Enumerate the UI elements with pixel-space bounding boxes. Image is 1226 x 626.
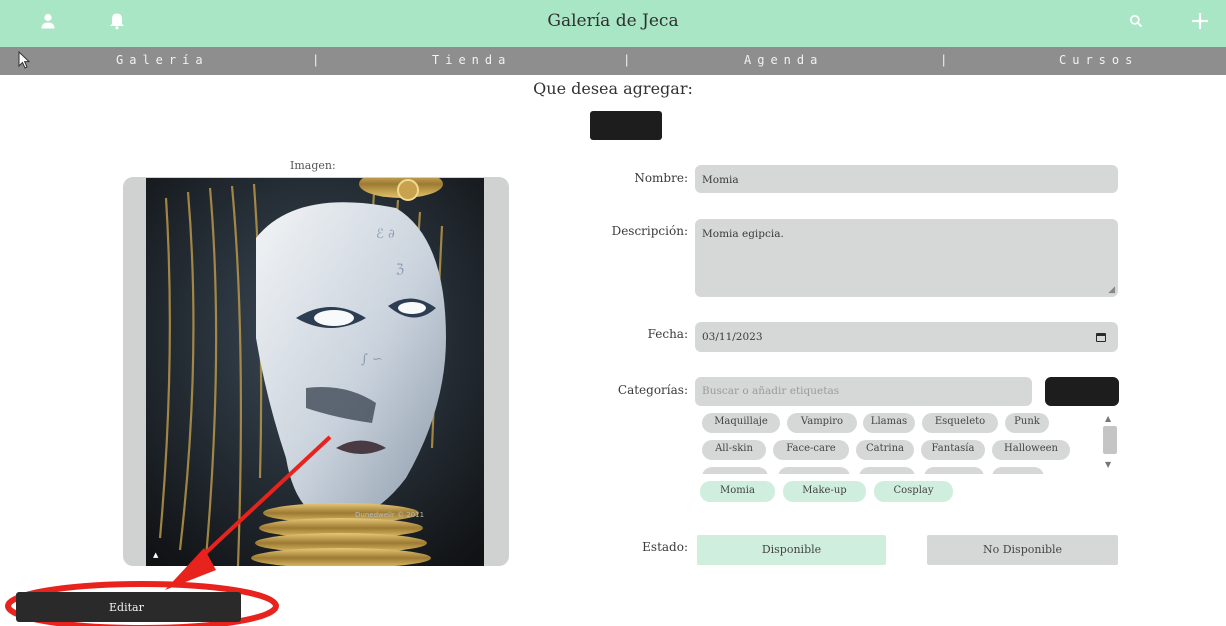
tag-chip[interactable]: Maquillaje: [702, 413, 780, 433]
categories-placeholder: Buscar o añadir etiquetas: [702, 385, 840, 397]
scrollbar-thumb[interactable]: [1103, 426, 1117, 454]
tag-chip-partial[interactable]: [859, 467, 915, 474]
state-label: Estado:: [642, 540, 688, 554]
tag-chip[interactable]: Halloween: [992, 440, 1070, 460]
name-field[interactable]: Momia: [695, 165, 1118, 193]
name-label: Nombre:: [634, 171, 688, 185]
selected-tag-chip[interactable]: Cosplay: [874, 481, 953, 502]
tag-chip-partial[interactable]: [992, 467, 1044, 474]
tag-chip[interactable]: Fantasía: [921, 440, 985, 460]
description-field[interactable]: Momia egipcia. ◢: [695, 219, 1118, 297]
tag-chip-list: Maquillaje Vampiro Llamas Esqueleto Punk…: [700, 411, 1098, 474]
selected-tag-chip[interactable]: Momia: [700, 481, 775, 502]
date-field[interactable]: 03/11/2023: [695, 322, 1118, 352]
description-label: Descripción:: [611, 224, 688, 238]
selected-tag-chip[interactable]: Make-up: [783, 481, 866, 502]
tag-chip[interactable]: All-skin: [702, 440, 766, 460]
categories-label: Categorías:: [617, 383, 688, 397]
tag-chip-partial[interactable]: [778, 467, 850, 474]
tag-chip[interactable]: Catrina: [856, 440, 914, 460]
tag-chip[interactable]: Punk: [1005, 413, 1049, 433]
annotation-arrow-line: [196, 435, 332, 562]
tag-chip-partial[interactable]: [702, 467, 768, 474]
scroll-up-icon[interactable]: ▲: [1105, 414, 1111, 423]
tag-chip[interactable]: Face-care: [773, 440, 849, 460]
state-available-button[interactable]: Disponible: [697, 535, 886, 565]
state-unavailable-button[interactable]: No Disponible: [927, 535, 1118, 565]
tag-chip-partial[interactable]: [924, 467, 984, 474]
add-tag-button[interactable]: [1045, 377, 1119, 406]
tag-chip[interactable]: Esqueleto: [922, 413, 998, 433]
categories-search-input[interactable]: Buscar o añadir etiquetas: [695, 377, 1032, 406]
date-label: Fecha:: [647, 327, 688, 341]
date-value: 03/11/2023: [702, 331, 763, 343]
resize-handle-icon[interactable]: ◢: [1108, 285, 1115, 295]
scroll-down-icon[interactable]: ▼: [1105, 460, 1111, 469]
annotation-overlay: [5, 435, 332, 626]
edit-button[interactable]: Editar: [16, 592, 241, 622]
tag-list-scrollbar[interactable]: ▲ ▼: [1102, 414, 1118, 474]
tag-chip[interactable]: Vampiro: [787, 413, 857, 433]
calendar-icon[interactable]: [1096, 333, 1106, 342]
description-text: Momia egipcia.: [702, 228, 784, 240]
tag-chip[interactable]: Llamas: [863, 413, 915, 433]
